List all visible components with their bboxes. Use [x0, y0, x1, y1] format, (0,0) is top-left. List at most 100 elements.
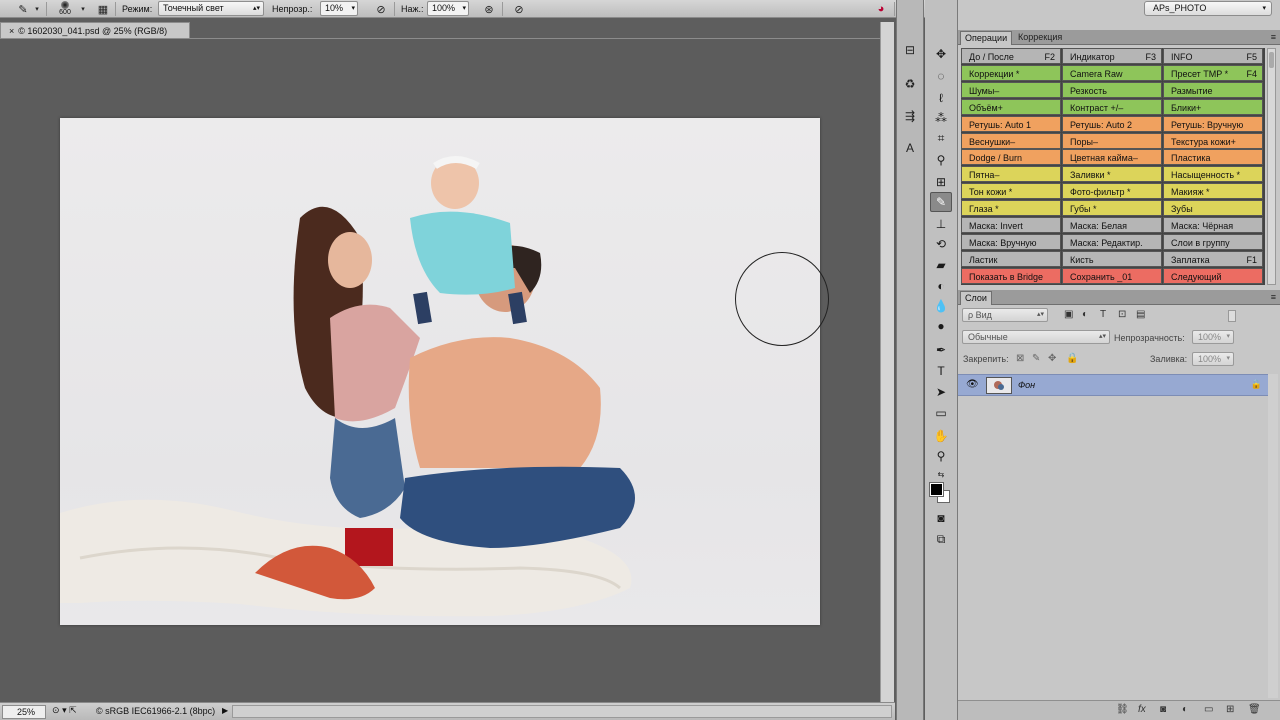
action-button[interactable]: Маска: Редактир. [1062, 233, 1162, 250]
canvas-horizontal-scrollbar[interactable] [232, 705, 892, 718]
action-button[interactable]: Маска: Белая [1062, 217, 1162, 233]
action-button[interactable]: Маска: Вручную [961, 233, 1061, 250]
action-button[interactable]: Резкость [1062, 81, 1162, 98]
history-brush-tool-icon[interactable]: ⟲ [930, 234, 952, 254]
filter-shape-icon[interactable]: ⊡ [1118, 309, 1126, 320]
tab-actions[interactable]: Операции [960, 31, 1013, 45]
move-tool-icon[interactable]: ✥ [930, 44, 952, 64]
panel-menu-icon[interactable]: ≡ [1271, 32, 1276, 42]
tab-adjustments[interactable]: Коррекция [1014, 31, 1066, 45]
action-button[interactable]: Индикатор F3 [1062, 48, 1162, 64]
action-button[interactable]: INFO F5 [1163, 48, 1263, 64]
panel-menu-icon[interactable]: ≡ [1271, 292, 1276, 302]
workspace-switcher[interactable]: APs_PHOTO ▾ [1144, 1, 1272, 16]
eraser-tool-icon[interactable]: ▰ [930, 255, 952, 275]
brush-presets-icon[interactable]: ⇶ [899, 106, 921, 126]
brush-tool-icon[interactable]: ✎ [14, 0, 32, 18]
lock-image-icon[interactable]: ✎ [1032, 353, 1040, 364]
document-image[interactable] [60, 118, 820, 625]
action-button[interactable]: Сохранить _01 [1062, 267, 1162, 284]
lock-transparent-icon[interactable]: ⊠ [1016, 353, 1024, 364]
healing-brush-tool-icon[interactable]: ⊞ [930, 172, 952, 192]
layers-scrollbar[interactable] [1268, 374, 1278, 698]
lasso-tool-icon[interactable]: ℓ [930, 88, 952, 108]
action-button[interactable]: Маска: Чёрная [1163, 217, 1263, 233]
visibility-eye-icon[interactable]: 👁 [966, 379, 979, 390]
action-button[interactable]: До / После F2 [961, 48, 1061, 64]
action-button[interactable]: Ластик [961, 250, 1061, 267]
filter-pixel-icon[interactable]: ▣ [1064, 309, 1073, 320]
brush-tool-icon[interactable]: ✎ [930, 192, 952, 212]
delete-layer-icon[interactable]: 🗑 [1248, 704, 1261, 715]
type-tool-icon[interactable]: T [930, 361, 952, 381]
action-button[interactable]: Цветная кайма– [1062, 149, 1162, 166]
chevron-down-icon[interactable]: ▾ [62, 705, 67, 715]
link-layers-icon[interactable]: ⛓ [1116, 704, 1129, 715]
eyedropper-tool-icon[interactable]: ⚲ [930, 150, 952, 170]
canvas-vertical-scrollbar[interactable] [880, 22, 894, 702]
tool-preset-dropdown-icon[interactable]: ▾ [32, 0, 42, 18]
action-button[interactable]: Насыщенность * [1163, 166, 1263, 183]
filter-adjustment-icon[interactable]: ◐ [1082, 309, 1088, 320]
action-button[interactable]: Контраст +/– [1062, 98, 1162, 115]
export-icon[interactable]: ⇱ [69, 705, 77, 715]
airbrush-icon[interactable]: ⊛ [480, 0, 498, 18]
action-button[interactable]: Размытие [1163, 81, 1263, 98]
blend-mode-select[interactable]: Точечный свет ▴▾ [158, 1, 264, 16]
action-button[interactable]: Веснушки– [961, 132, 1061, 149]
layer-row-background[interactable]: 👁 Фон 🔒 [958, 374, 1268, 396]
new-group-icon[interactable]: ▭ [1204, 704, 1213, 715]
lock-position-icon[interactable]: ✥ [1048, 353, 1056, 364]
filter-smart-object-icon[interactable]: ▤ [1136, 309, 1145, 320]
screen-mode-icon[interactable]: ⧉ [930, 529, 952, 549]
history-icon[interactable]: ♻ [899, 74, 921, 94]
action-button[interactable]: Пресет TMP * F4 [1163, 64, 1263, 81]
action-button[interactable]: Глаза * [961, 200, 1061, 217]
pressure-size-icon[interactable]: ⊘ [510, 0, 528, 18]
layer-opacity-input[interactable]: 100% ▾ [1192, 330, 1234, 344]
action-button[interactable]: Следующий [1163, 267, 1263, 284]
adjustment-layer-icon[interactable]: ◐ [1182, 704, 1188, 715]
action-button[interactable]: Коррекции * [961, 64, 1061, 81]
tab-layers[interactable]: Слои [960, 291, 992, 305]
action-button[interactable]: Блики+ [1163, 98, 1263, 115]
tool-presets-icon[interactable]: ⊟ [899, 40, 921, 60]
layer-filter-select[interactable]: ρ Вид ▴▾ [962, 308, 1048, 322]
brush-size-preset[interactable]: 600 [52, 0, 78, 18]
action-button[interactable]: Ретушь: Вручную [1163, 115, 1263, 132]
action-button[interactable]: Шумы– [961, 81, 1061, 98]
action-button[interactable]: Dodge / Burn [961, 149, 1061, 166]
brush-picker-dropdown-icon[interactable]: ▾ [78, 0, 88, 18]
filter-type-icon[interactable]: T [1100, 309, 1106, 320]
fill-input[interactable]: 100% ▾ [1192, 352, 1234, 366]
brush-panel-toggle-icon[interactable]: ▦ [94, 0, 112, 18]
action-button[interactable]: Показать в Bridge [961, 267, 1061, 284]
gradient-tool-icon[interactable]: ◐ [930, 276, 952, 296]
pressure-input[interactable]: 100% ▾ [427, 1, 469, 16]
action-button[interactable]: Пластика [1163, 149, 1263, 166]
quick-mask-icon[interactable]: ◙ [930, 508, 952, 528]
action-button[interactable]: Ретушь: Auto 1 [961, 115, 1061, 132]
action-button[interactable]: Слои в группу [1163, 233, 1263, 250]
action-button[interactable]: Кисть [1062, 250, 1162, 267]
action-button[interactable]: Фото-фильтр * [1062, 183, 1162, 200]
blend-mode-select[interactable]: Обычные ▴▾ [962, 330, 1110, 344]
action-button[interactable]: Зубы [1163, 200, 1263, 217]
action-button[interactable]: Поры– [1062, 132, 1162, 149]
action-button[interactable]: Пятна– [961, 166, 1061, 183]
blur-tool-icon[interactable]: 💧 [930, 296, 952, 316]
character-icon[interactable]: A [899, 138, 921, 158]
marquee-tool-icon[interactable]: ◌ [930, 66, 952, 86]
pressure-opacity-icon[interactable]: ⊘ [372, 0, 390, 18]
scrollbar-thumb[interactable] [1269, 52, 1274, 68]
color-profile-info[interactable]: © sRGB IEC61966-2.1 (8bpc) [96, 706, 215, 716]
action-button[interactable]: Макияж * [1163, 183, 1263, 200]
opacity-input[interactable]: 10% ▾ [320, 1, 358, 16]
add-mask-icon[interactable]: ◙ [1160, 704, 1166, 715]
hand-tool-icon[interactable]: ✋ [930, 426, 952, 446]
swap-colors-icon[interactable]: ⇆ [930, 464, 952, 484]
action-button[interactable]: Заплатка F1 [1163, 250, 1263, 267]
path-selection-tool-icon[interactable]: ➤ [930, 382, 952, 402]
action-button[interactable]: Camera Raw [1062, 64, 1162, 81]
layer-name[interactable]: Фон [1018, 380, 1035, 390]
